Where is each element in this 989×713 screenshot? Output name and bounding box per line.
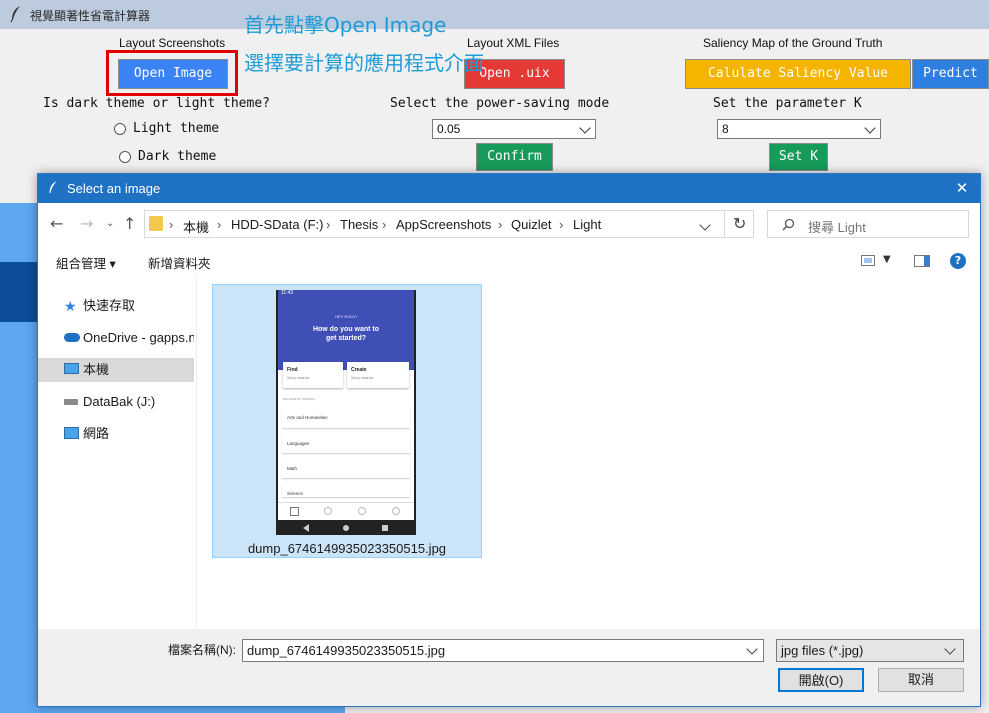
breadcrumb-item[interactable]: Light bbox=[573, 217, 601, 232]
saliency-map-label: Saliency Map of the Ground Truth bbox=[703, 36, 883, 50]
network-icon bbox=[64, 427, 79, 439]
nav-item-this-pc[interactable]: 本機 bbox=[38, 358, 194, 382]
param-k-select[interactable]: 8 bbox=[717, 119, 881, 139]
nav-item-onedrive[interactable]: OneDrive - gapps.n bbox=[38, 326, 194, 350]
screenshots-label: Layout Screenshots bbox=[119, 36, 226, 50]
param-k-value: 8 bbox=[722, 122, 729, 136]
chevron-down-icon bbox=[864, 122, 876, 134]
nav-item-label: 本機 bbox=[83, 362, 110, 377]
breadcrumb-separator-icon: › bbox=[498, 217, 503, 232]
drive-icon bbox=[64, 399, 78, 405]
background-panel-dark bbox=[0, 262, 37, 322]
light-theme-label: Light theme bbox=[133, 121, 220, 136]
chevron-down-icon bbox=[944, 643, 956, 655]
view-dropdown-icon[interactable]: ▼ bbox=[883, 254, 891, 265]
predict-button[interactable]: Predict bbox=[912, 59, 989, 89]
breadcrumb-item[interactable]: AppScreenshots bbox=[396, 217, 491, 232]
filetype-select[interactable]: jpg files (*.jpg) bbox=[776, 639, 964, 662]
folder-icon bbox=[149, 216, 163, 231]
chevron-down-icon bbox=[579, 122, 591, 134]
filename-label: 檔案名稱(N): bbox=[168, 643, 236, 657]
back-arrow-icon[interactable]: ← bbox=[50, 214, 63, 233]
feather-icon bbox=[10, 6, 20, 23]
power-mode-select[interactable]: 0.05 bbox=[432, 119, 596, 139]
nav-item-network[interactable]: 網路 bbox=[38, 422, 194, 446]
nav-item-quick-access[interactable]: ★ 快速存取 bbox=[38, 294, 194, 318]
annotation-highlight-box bbox=[106, 50, 238, 96]
app-title: 視覺顯著性省電計算器 bbox=[30, 9, 151, 23]
feather-icon bbox=[49, 181, 57, 194]
chevron-down-icon[interactable] bbox=[699, 219, 711, 231]
file-name-label: dump_6746149935023350515.jpg bbox=[247, 541, 447, 556]
set-k-button[interactable]: Set K bbox=[769, 143, 828, 171]
param-k-label: Set the parameter K bbox=[713, 96, 862, 111]
dark-theme-radio[interactable] bbox=[119, 151, 131, 163]
nav-item-label: DataBak (J:) bbox=[83, 394, 156, 409]
close-icon[interactable]: ✕ bbox=[952, 178, 972, 198]
cancel-button[interactable]: 取消 bbox=[878, 668, 964, 692]
up-arrow-icon[interactable]: ↑ bbox=[123, 214, 136, 233]
recent-dropdown-icon[interactable]: ⌄ bbox=[106, 218, 114, 229]
light-theme-radio[interactable] bbox=[114, 123, 126, 135]
background-panel-bottom bbox=[0, 707, 345, 713]
file-item[interactable]: 11:43 HEY RUDY! How do you want to get s… bbox=[212, 284, 482, 558]
select-image-dialog: Select an image ✕ ← → ⌄ ↑ › 本機 › HDD-SDa… bbox=[37, 173, 981, 707]
file-thumbnail: 11:43 HEY RUDY! How do you want to get s… bbox=[276, 290, 416, 535]
filename-input[interactable]: dump_6746149935023350515.jpg bbox=[242, 639, 764, 662]
search-icon bbox=[782, 218, 795, 231]
nav-item-label: OneDrive - gapps.n bbox=[83, 330, 194, 345]
breadcrumb-separator-icon: › bbox=[326, 217, 331, 232]
refresh-icon[interactable]: ↻ bbox=[733, 214, 746, 233]
breadcrumb-separator-icon: › bbox=[382, 217, 387, 232]
breadcrumb-item[interactable]: Thesis bbox=[340, 217, 378, 232]
breadcrumb-separator-icon: › bbox=[169, 217, 174, 232]
nav-item-label: 快速存取 bbox=[83, 298, 136, 313]
address-bar[interactable]: › 本機 › HDD-SData (F:) › Thesis › AppScre… bbox=[144, 210, 754, 238]
preview-pane-icon[interactable] bbox=[914, 255, 930, 267]
dialog-titlebar: Select an image ✕ bbox=[38, 174, 980, 203]
calculate-saliency-button[interactable]: Calulate Saliency Value bbox=[685, 59, 911, 89]
annotation-step1: 首先點擊Open Image bbox=[244, 13, 447, 37]
dialog-title: Select an image bbox=[67, 181, 161, 196]
nav-item-databak[interactable]: DataBak (J:) bbox=[38, 390, 194, 414]
breadcrumb-separator-icon: › bbox=[559, 217, 564, 232]
filename-value: dump_6746149935023350515.jpg bbox=[247, 643, 446, 658]
help-icon[interactable]: ? bbox=[950, 253, 966, 269]
search-placeholder: 搜尋 Light bbox=[808, 220, 866, 235]
address-divider bbox=[724, 211, 725, 237]
chevron-down-icon[interactable] bbox=[746, 643, 758, 655]
power-mode-value: 0.05 bbox=[437, 122, 461, 136]
power-mode-label: Select the power-saving mode bbox=[390, 96, 610, 111]
confirm-button[interactable]: Confirm bbox=[476, 143, 553, 171]
open-button[interactable]: 開啟(O) bbox=[778, 668, 864, 692]
star-icon: ★ bbox=[64, 298, 77, 314]
dark-theme-label: Dark theme bbox=[138, 149, 217, 164]
search-input[interactable]: 搜尋 Light bbox=[767, 210, 969, 238]
breadcrumb-item[interactable]: HDD-SData (F:) bbox=[231, 217, 323, 232]
new-folder-button[interactable]: 新增資料夾 bbox=[148, 253, 211, 272]
computer-icon bbox=[64, 363, 79, 374]
annotation-step2: 選擇要計算的應用程式介面 bbox=[244, 51, 484, 75]
cloud-icon bbox=[64, 333, 80, 342]
filetype-value: jpg files (*.jpg) bbox=[781, 643, 864, 658]
nav-item-label: 網路 bbox=[83, 426, 110, 441]
breadcrumb-separator-icon: › bbox=[217, 217, 222, 232]
navigation-pane: ★ 快速存取 OneDrive - gapps.n 本機 DataBak (J:… bbox=[38, 275, 197, 629]
dialog-footer: 檔案名稱(N): dump_6746149935023350515.jpg jp… bbox=[38, 629, 980, 706]
breadcrumb-item[interactable]: 本機 bbox=[183, 217, 209, 236]
forward-arrow-icon[interactable]: → bbox=[80, 214, 93, 233]
organize-menu[interactable]: 組合管理 ▾ bbox=[56, 253, 116, 272]
breadcrumb-item[interactable]: Quizlet bbox=[511, 217, 551, 232]
view-mode-icon[interactable] bbox=[861, 255, 875, 266]
theme-question: Is dark theme or light theme? bbox=[43, 96, 270, 111]
